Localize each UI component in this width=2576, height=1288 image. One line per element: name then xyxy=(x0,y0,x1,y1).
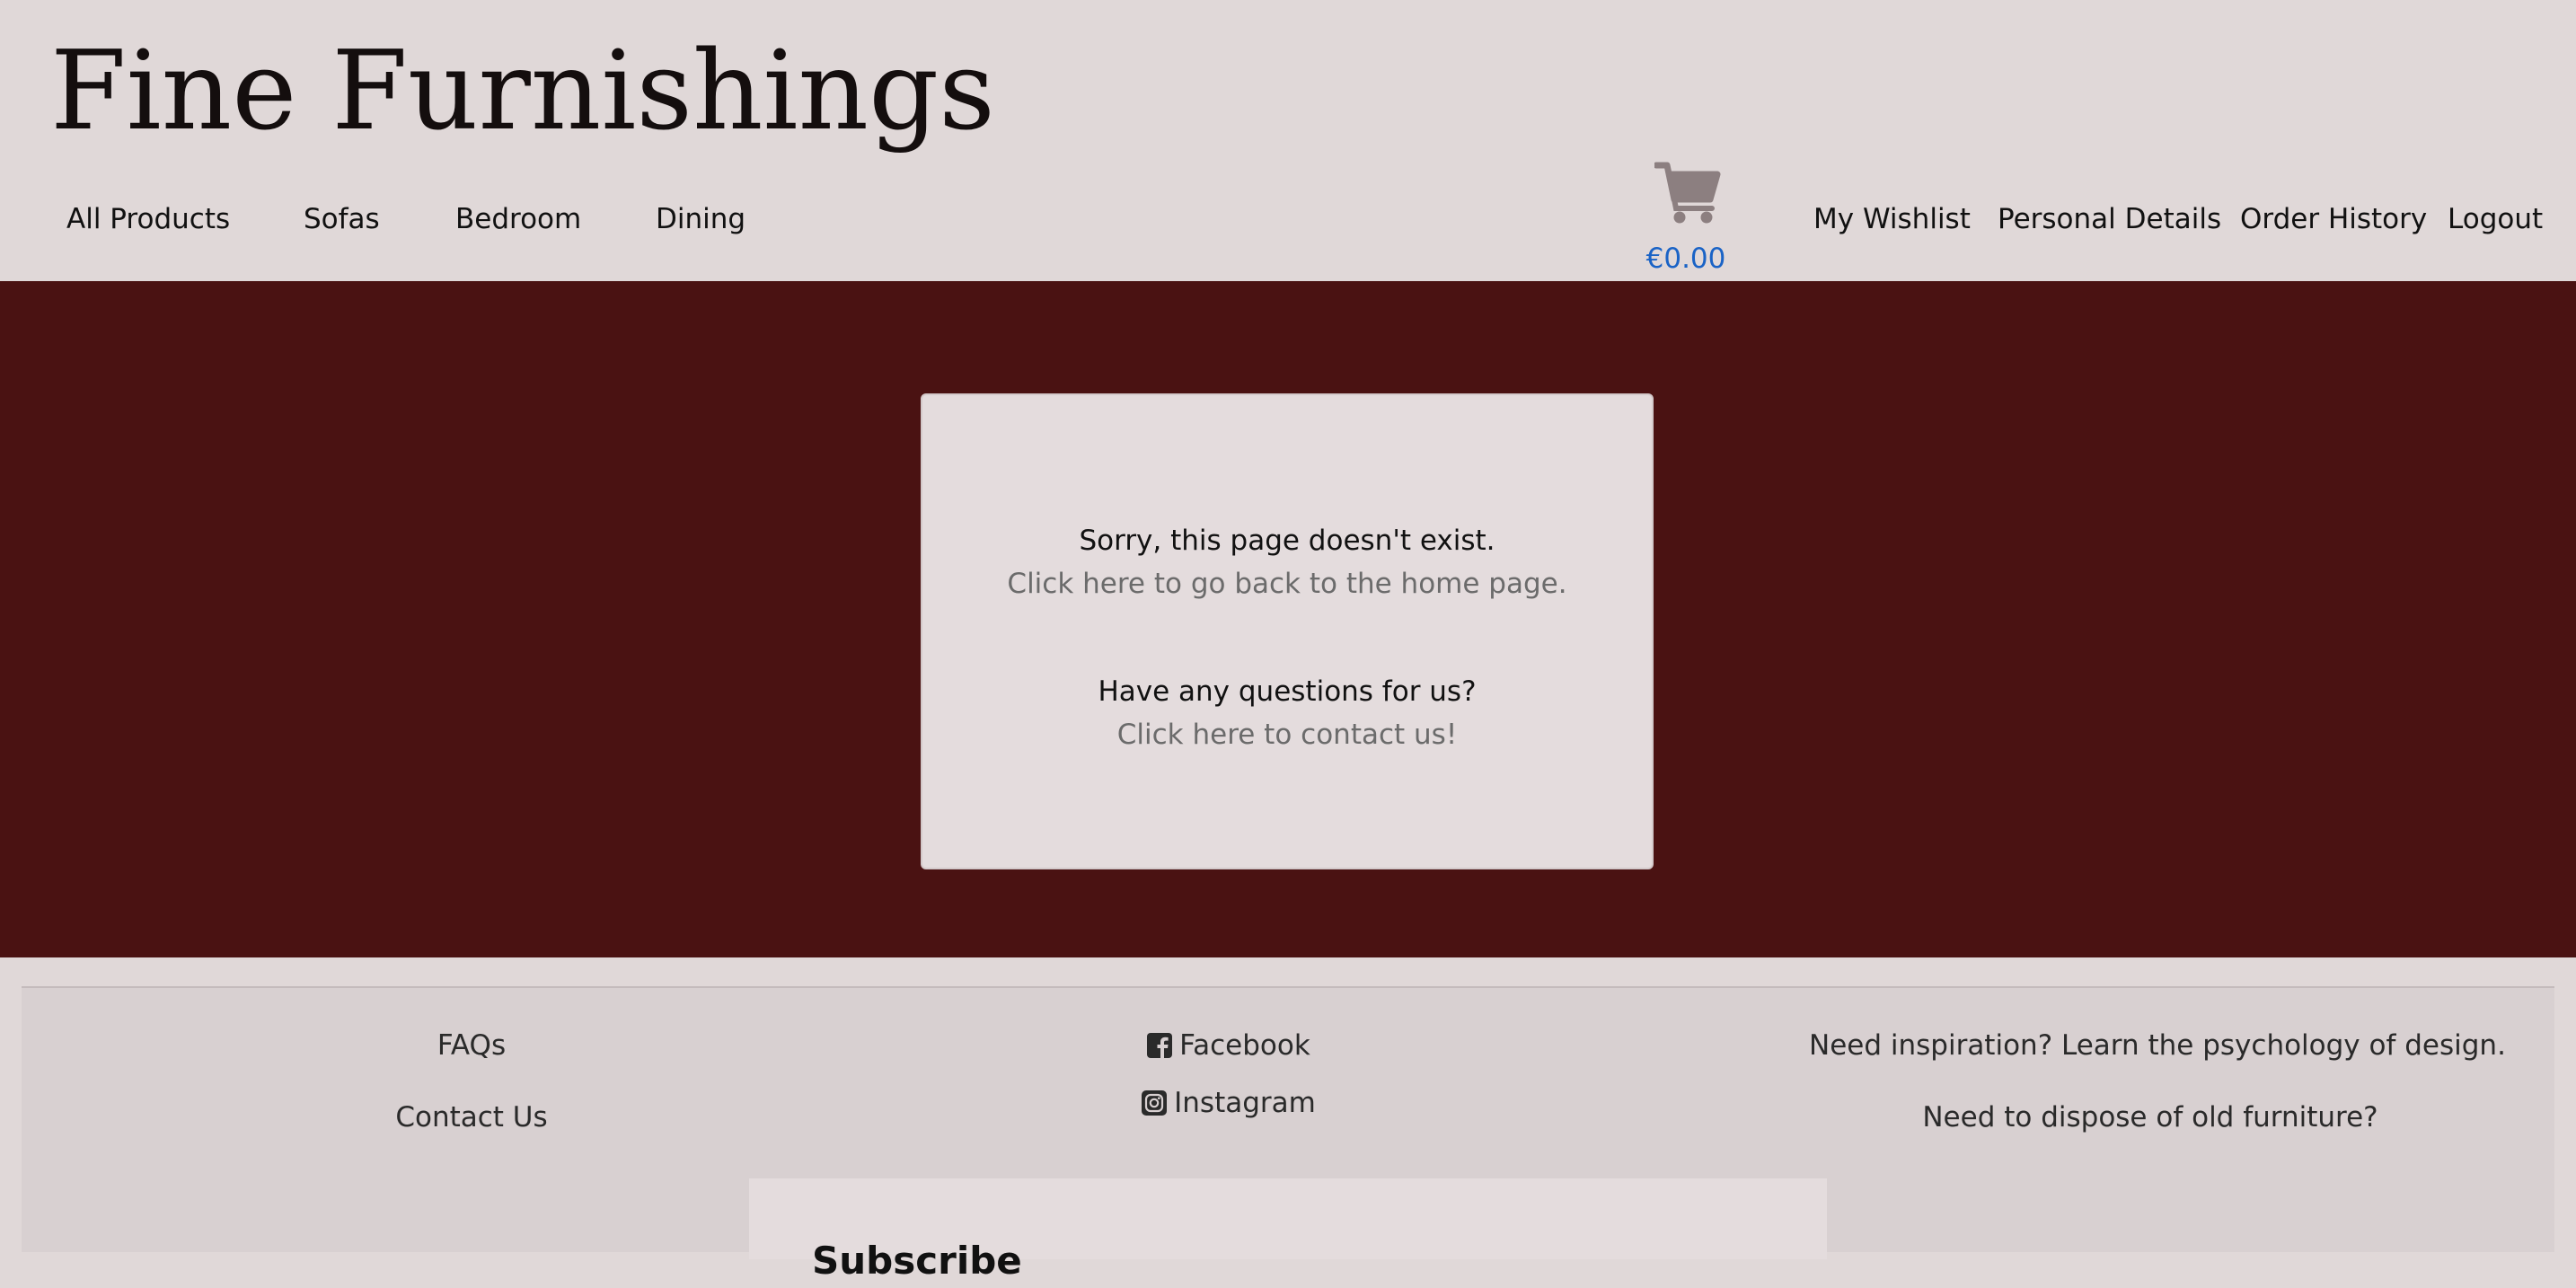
questions-heading: Have any questions for us? xyxy=(1098,675,1477,708)
cart-button[interactable]: €0.00 xyxy=(1640,160,1732,281)
nav-my-wishlist[interactable]: My Wishlist xyxy=(1813,198,1971,241)
shopping-cart-icon xyxy=(1654,162,1721,224)
instagram-label: Instagram xyxy=(1174,1087,1316,1119)
footer-contact-link[interactable]: Contact Us xyxy=(359,1098,584,1137)
nav-dining[interactable]: Dining xyxy=(656,198,745,241)
nav-sofas[interactable]: Sofas xyxy=(304,198,380,241)
nav-logout[interactable]: Logout xyxy=(2448,198,2543,241)
footer-dispose-link[interactable]: Need to dispose of old furniture? xyxy=(1809,1098,2492,1137)
cart-total: €0.00 xyxy=(1645,243,1726,275)
facebook-label: Facebook xyxy=(1179,1029,1310,1062)
contact-link[interactable]: Click here to contact us! xyxy=(922,715,1652,754)
footer-inspiration-link[interactable]: Need inspiration? Learn the psychology o… xyxy=(1809,1026,2506,1065)
nav-personal-details[interactable]: Personal Details xyxy=(1998,198,2221,241)
facebook-icon xyxy=(1147,1033,1173,1058)
error-message: Sorry, this page doesn't exist. xyxy=(1079,525,1495,557)
nav-bedroom[interactable]: Bedroom xyxy=(455,198,581,241)
site-header: Fine Furnishings All Products Sofas Bedr… xyxy=(0,0,2576,281)
instagram-icon xyxy=(1142,1090,1168,1116)
subscribe-heading: Subscribe xyxy=(812,1239,1022,1283)
subscribe-panel: Subscribe xyxy=(749,1178,1827,1283)
nav-order-history[interactable]: Order History xyxy=(2240,198,2427,241)
site-logo[interactable]: Fine Furnishings xyxy=(50,23,995,158)
error-card: Sorry, this page doesn't exist. Click he… xyxy=(921,393,1654,869)
footer-facebook-link[interactable]: Facebook xyxy=(1121,1026,1337,1065)
home-link[interactable]: Click here to go back to the home page. xyxy=(922,564,1652,604)
site-footer: FAQs Contact Us Facebook Instagram Need … xyxy=(22,986,2554,1283)
footer-instagram-link[interactable]: Instagram xyxy=(1121,1083,1337,1123)
nav-all-products[interactable]: All Products xyxy=(66,198,230,241)
footer-faqs-link[interactable]: FAQs xyxy=(404,1026,539,1065)
